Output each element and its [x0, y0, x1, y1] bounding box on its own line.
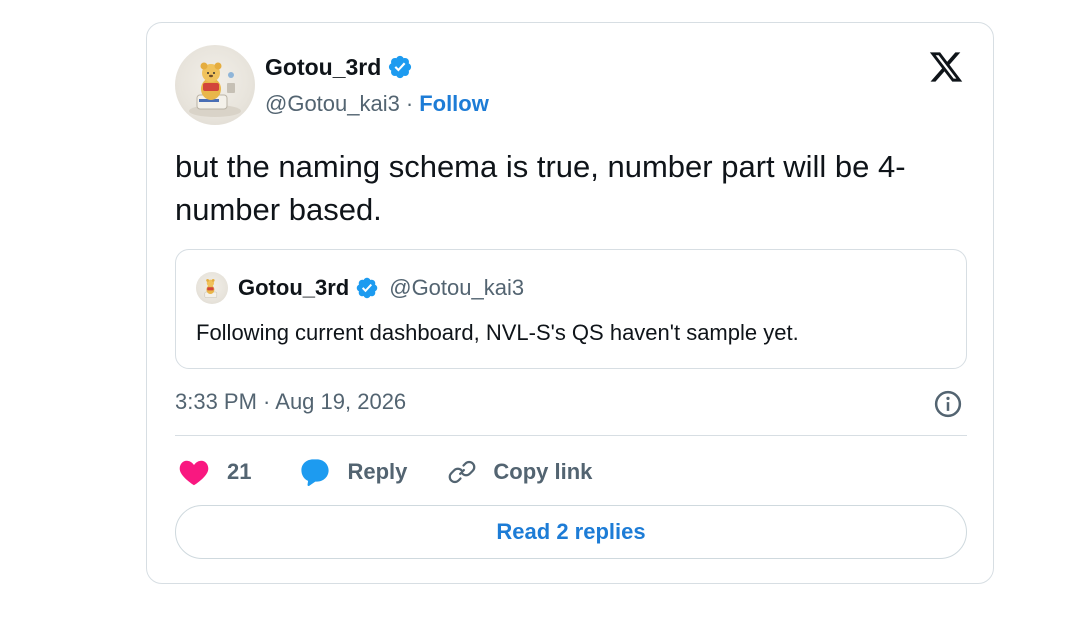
link-icon: [449, 460, 476, 484]
author-handle[interactable]: @Gotou_kai3: [265, 91, 400, 117]
winnie-the-pooh-avatar-icon: [189, 62, 241, 117]
verified-badge-icon: [389, 55, 412, 79]
verified-badge-icon: [356, 277, 378, 299]
copy-link-button[interactable]: Copy link: [447, 457, 592, 487]
tweet-text: but the naming schema is true, number pa…: [175, 149, 906, 227]
divider: [175, 435, 967, 436]
quoted-tweet-text: Following current dashboard, NVL-S's QS …: [196, 320, 799, 345]
info-icon[interactable]: [933, 389, 963, 419]
author-avatar[interactable]: [175, 45, 255, 125]
heart-icon: [179, 460, 209, 486]
quoted-tweet-header: Gotou_3rd @Gotou_kai3: [238, 274, 524, 302]
embedded-tweet-card: Gotou_3rd @Gotou_kai3 · Follow but the n…: [146, 22, 994, 584]
follow-button[interactable]: Follow: [419, 91, 489, 117]
reply-bubble-icon: [301, 459, 330, 487]
like-count: 21: [227, 459, 252, 484]
author-name-row: Gotou_3rd: [265, 53, 489, 81]
read-replies-button[interactable]: Read 2 replies: [175, 505, 967, 559]
tweet-timestamp[interactable]: 3:33 PM · Aug 19, 2026: [175, 389, 406, 415]
author-display-name[interactable]: Gotou_3rd: [265, 54, 381, 81]
quoted-tweet[interactable]: Gotou_3rd @Gotou_kai3 Following current …: [175, 249, 967, 369]
reply-label: Reply: [347, 459, 408, 484]
author-handle-row: @Gotou_kai3 · Follow: [265, 91, 489, 117]
handle-separator: ·: [405, 91, 414, 116]
like-button[interactable]: 21: [179, 458, 251, 486]
copy-link-label: Copy link: [493, 459, 593, 484]
quoted-author-display-name: Gotou_3rd: [238, 275, 350, 300]
reply-button[interactable]: Reply: [299, 457, 407, 487]
winnie-the-pooh-avatar-icon: [204, 279, 217, 298]
quoted-author-avatar: [196, 272, 228, 304]
tweet-actions: 21 Reply Copy link: [179, 455, 592, 489]
tweet-header: Gotou_3rd @Gotou_kai3 · Follow: [265, 53, 489, 117]
quoted-author-handle: @Gotou_kai3: [389, 275, 525, 300]
x-logo-icon[interactable]: [927, 49, 965, 85]
